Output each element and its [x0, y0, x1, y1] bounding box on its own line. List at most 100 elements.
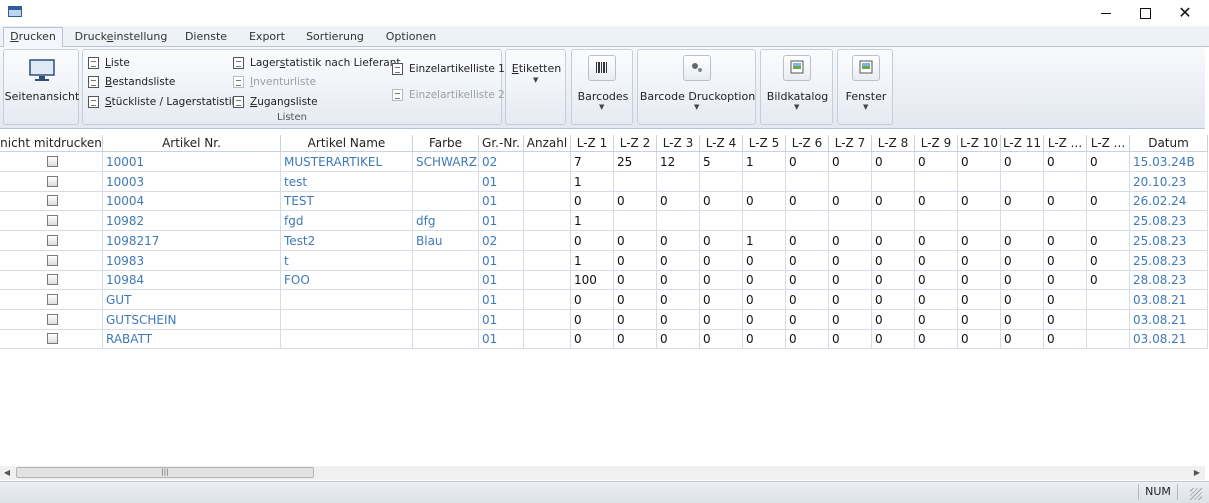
- cell-lz-11[interactable]: 0: [1001, 250, 1044, 271]
- cell-lz-8[interactable]: 0: [872, 289, 915, 310]
- cell-datum[interactable]: 25.08.23: [1130, 250, 1208, 271]
- cell-lz-8[interactable]: 0: [872, 250, 915, 271]
- cell-lz-1[interactable]: 0: [571, 230, 614, 251]
- cell-lz-3[interactable]: 0: [657, 191, 700, 212]
- scroll-left-icon[interactable]: ◀: [0, 466, 14, 480]
- cell-anzahl[interactable]: [524, 270, 571, 291]
- cell-lz-4[interactable]: [700, 211, 743, 232]
- cell-lz-13[interactable]: 0: [1087, 270, 1130, 291]
- cell-lz-10[interactable]: 0: [958, 152, 1001, 172]
- cell-anzahl[interactable]: [524, 250, 571, 271]
- cell-lz-6[interactable]: 0: [786, 191, 829, 212]
- cell-lz-1[interactable]: 1: [571, 171, 614, 192]
- cell-lz-9[interactable]: 0: [915, 309, 958, 330]
- cell-lz-6[interactable]: [786, 211, 829, 232]
- liste-button[interactable]: Liste: [88, 55, 130, 71]
- cell-lz-13[interactable]: 0: [1087, 191, 1130, 212]
- cell-anzahl[interactable]: [524, 289, 571, 310]
- cell-lz-4[interactable]: 0: [700, 250, 743, 271]
- cell-lz-3[interactable]: [657, 211, 700, 232]
- cell-lz-10[interactable]: 0: [958, 191, 1001, 212]
- etiketten-button[interactable]: Etiketten ▼: [506, 62, 567, 92]
- cell-lz-1[interactable]: 0: [571, 329, 614, 350]
- cell-artikel-name[interactable]: [281, 329, 413, 350]
- column-header-nicht-mitdrucken[interactable]: nicht mitdrucken: [0, 135, 103, 152]
- cell-datum[interactable]: 25.08.23: [1130, 230, 1208, 251]
- bestandsliste-button[interactable]: Bestandsliste: [88, 74, 175, 90]
- inventurliste-button[interactable]: Inventurliste: [233, 74, 316, 90]
- cell-lz-7[interactable]: [829, 211, 872, 232]
- cell-datum[interactable]: 28.08.23: [1130, 270, 1208, 291]
- cell-gr-nr[interactable]: 01: [479, 191, 524, 212]
- close-button[interactable]: ✕: [1165, 0, 1205, 26]
- cell-lz-11[interactable]: [1001, 211, 1044, 232]
- column-header-lz-11[interactable]: L-Z 11: [1001, 135, 1044, 152]
- cell-lz-7[interactable]: 0: [829, 270, 872, 291]
- cell-datum[interactable]: 20.10.23: [1130, 171, 1208, 192]
- cell-lz-2[interactable]: 0: [614, 270, 657, 291]
- scrollbar-thumb[interactable]: |||: [16, 467, 314, 478]
- cell-artikel-nr[interactable]: 10984: [103, 270, 281, 291]
- table-row[interactable]: 10983 t 01 1 0 0 0 0 0 0 0 0 0 0 0 0 25.08.23: [0, 250, 1208, 271]
- cell-lz-6[interactable]: 0: [786, 329, 829, 350]
- cell-lz-2[interactable]: 0: [614, 329, 657, 350]
- cell-lz-3[interactable]: 0: [657, 329, 700, 350]
- cell-lz-13[interactable]: 0: [1087, 152, 1130, 172]
- tab-sortierung[interactable]: Sortierung: [302, 29, 368, 47]
- cell-datum[interactable]: 15.03.24B: [1130, 152, 1208, 172]
- cell-datum[interactable]: 03.08.21: [1130, 329, 1208, 350]
- nicht-mitdrucken-checkbox[interactable]: [47, 333, 58, 345]
- cell-lz-4[interactable]: 0: [700, 230, 743, 251]
- cell-lz-2[interactable]: 0: [614, 191, 657, 212]
- cell-farbe[interactable]: [413, 250, 479, 271]
- cell-lz-4[interactable]: 0: [700, 309, 743, 330]
- cell-lz-13[interactable]: [1087, 289, 1130, 310]
- cell-artikel-nr[interactable]: 10004: [103, 191, 281, 212]
- cell-lz-6[interactable]: 0: [786, 309, 829, 330]
- nicht-mitdrucken-checkbox[interactable]: [47, 215, 58, 227]
- cell-lz-7[interactable]: 0: [829, 289, 872, 310]
- tab-export[interactable]: Export: [243, 29, 291, 47]
- cell-lz-4[interactable]: 0: [700, 270, 743, 291]
- table-row[interactable]: 10001 MUSTERARTIKEL SCHWARZ 02 7 25 12 5 1 0 0 0 0 0 0…: [0, 152, 1208, 172]
- cell-lz-8[interactable]: 0: [872, 270, 915, 291]
- cell-lz-6[interactable]: 0: [786, 230, 829, 251]
- cell-lz-8[interactable]: [872, 211, 915, 232]
- cell-lz-5[interactable]: [743, 171, 786, 192]
- cell-lz-7[interactable]: [829, 171, 872, 192]
- cell-lz-2[interactable]: 25: [614, 152, 657, 172]
- resize-grip-icon[interactable]: [1190, 488, 1202, 500]
- cell-farbe[interactable]: SCHWARZ: [413, 152, 479, 172]
- cell-lz-4[interactable]: 5: [700, 152, 743, 172]
- column-header-lz-12[interactable]: L-Z ...: [1044, 135, 1087, 152]
- nicht-mitdrucken-checkbox[interactable]: [47, 274, 58, 286]
- cell-farbe[interactable]: [413, 309, 479, 330]
- cell-artikel-nr[interactable]: 1098217: [103, 230, 281, 251]
- cell-lz-13[interactable]: 0: [1087, 250, 1130, 271]
- cell-lz-5[interactable]: 0: [743, 309, 786, 330]
- cell-lz-10[interactable]: 0: [958, 309, 1001, 330]
- cell-lz-9[interactable]: [915, 211, 958, 232]
- cell-datum[interactable]: 03.08.21: [1130, 309, 1208, 330]
- cell-lz-6[interactable]: 0: [786, 289, 829, 310]
- einzelartikelliste-2-button[interactable]: Einzelartikelliste 2: [392, 87, 505, 103]
- cell-lz-6[interactable]: 0: [786, 250, 829, 271]
- cell-lz-13[interactable]: [1087, 171, 1130, 192]
- cell-lz-4[interactable]: [700, 171, 743, 192]
- tab-optionen[interactable]: Optionen: [380, 29, 442, 47]
- cell-lz-2[interactable]: 0: [614, 309, 657, 330]
- cell-artikel-name[interactable]: FOO: [281, 270, 413, 291]
- cell-farbe[interactable]: [413, 171, 479, 192]
- cell-farbe[interactable]: Blau: [413, 230, 479, 251]
- cell-lz-1[interactable]: 0: [571, 309, 614, 330]
- cell-gr-nr[interactable]: 01: [479, 171, 524, 192]
- cell-lz-10[interactable]: 0: [958, 329, 1001, 350]
- column-header-gr-nr[interactable]: Gr.-Nr.: [479, 135, 524, 152]
- cell-farbe[interactable]: [413, 270, 479, 291]
- table-row[interactable]: 10982 fgd dfg 01 1 25.08.23: [0, 211, 1208, 232]
- column-header-anzahl[interactable]: Anzahl: [524, 135, 571, 152]
- cell-artikel-nr[interactable]: 10001: [103, 152, 281, 172]
- table-row[interactable]: 10004 TEST 01 0 0 0 0 0 0 0 0 0 0 0 0 0 26.02.24: [0, 191, 1208, 212]
- table-row[interactable]: 10984 FOO 01 100 0 0 0 0 0 0 0 0 0 0 0 0 28.08.23: [0, 270, 1208, 291]
- cell-lz-12[interactable]: [1044, 211, 1087, 232]
